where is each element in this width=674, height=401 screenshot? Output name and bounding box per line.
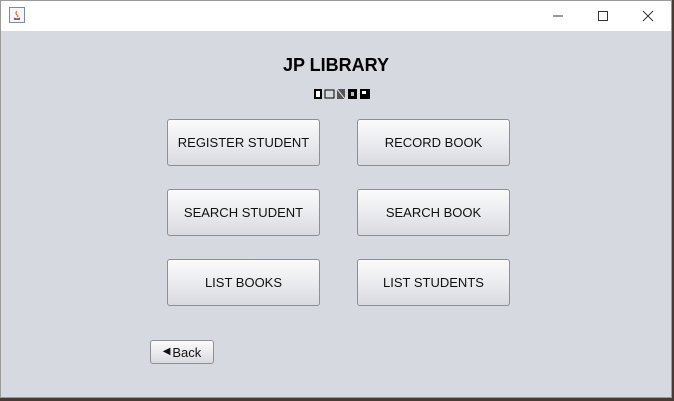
register-student-button[interactable]: REGISTER STUDENT [167, 119, 320, 166]
arrow-left-icon: ◀ [162, 346, 171, 357]
record-book-button[interactable]: RECORD BOOK [357, 119, 510, 166]
list-books-button[interactable]: LIST BOOKS [167, 259, 320, 306]
page-title: JP LIBRARY [282, 55, 390, 75]
back-button[interactable]: ◀ Back [150, 340, 214, 364]
list-students-button[interactable]: LIST STUDENTS [357, 259, 510, 306]
search-student-button[interactable]: SEARCH STUDENT [167, 189, 320, 236]
title-bar[interactable] [1, 1, 671, 31]
java-app-icon [9, 7, 25, 23]
minimize-icon[interactable] [535, 1, 581, 31]
search-book-button[interactable]: SEARCH BOOK [357, 189, 510, 236]
decorative-glyph-icons [314, 86, 374, 100]
app-window: JP LIBRARY REGISTER STUDENT RECORD BOOK … [0, 0, 672, 398]
close-icon[interactable] [625, 1, 671, 31]
maximize-icon[interactable] [580, 1, 626, 31]
back-button-label: Back [172, 344, 202, 360]
